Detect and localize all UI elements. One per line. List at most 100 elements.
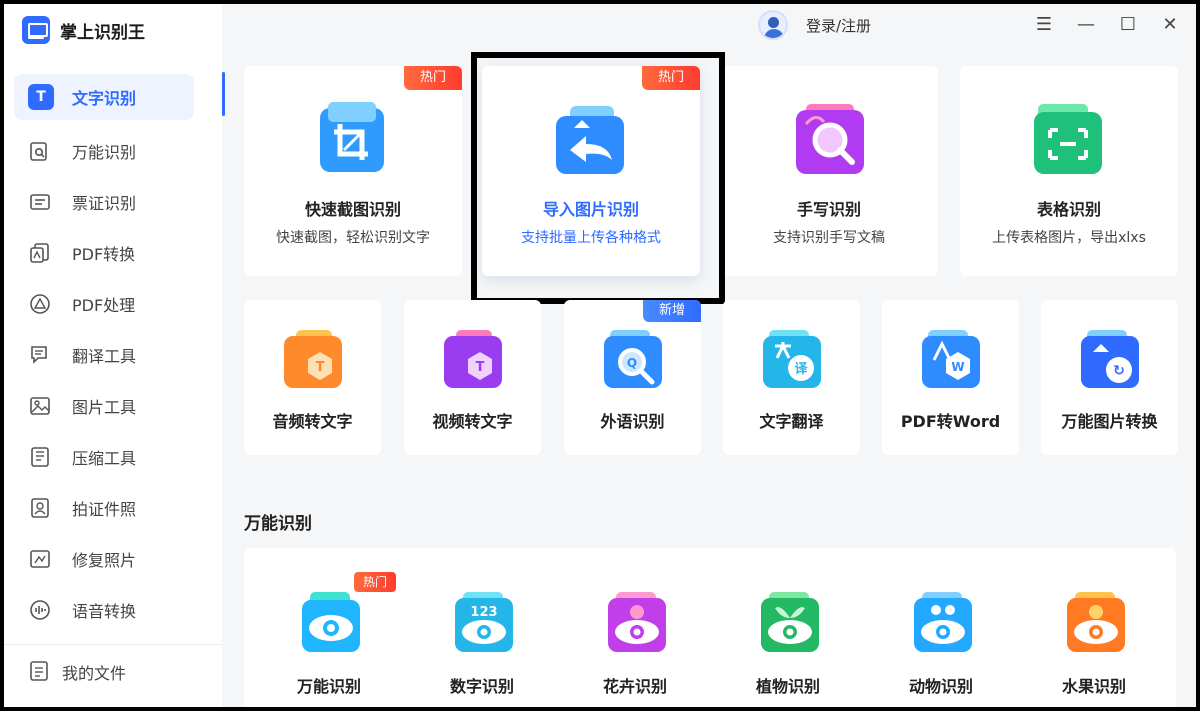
section-title: 万能识别 [244,514,312,534]
pdf-convert-icon [28,241,52,265]
plant-eye-icon [761,592,819,652]
card-quick-screenshot[interactable]: 热门 快速截图识别 快速截图，轻松识别文字 [244,66,462,276]
id-photo-icon [28,496,52,520]
new-badge: 新增 [643,300,701,322]
table-scan-icon [1034,104,1102,174]
sidebar-item-label: 拍证件照 [72,499,137,519]
item-fruit[interactable]: 水果识别 [1029,548,1159,707]
sidebar-item-universal[interactable]: 万能识别 [14,125,194,176]
item-title: 水果识别 [1061,677,1126,696]
sidebar-item-translate[interactable]: 翻译工具 [14,329,194,380]
icon-letter: T [476,360,485,375]
sidebar-item-label: PDF处理 [72,295,136,315]
voice-icon [28,598,52,622]
fruit-eye-icon [1067,592,1125,652]
text-recognition-icon: T [28,84,54,110]
hot-badge: 热门 [404,66,462,90]
card-title: 快速截图识别 [304,200,401,219]
icon-letter: Q [627,356,637,370]
image-convert-icon: ↻ [1081,330,1139,388]
app-logo-icon [22,16,50,44]
card-handwriting[interactable]: 手写识别 支持识别手写文稿 [720,66,938,276]
flower-eye-icon [608,592,666,652]
universal-recognition-panel: 热门 万能识别 123 数字识别 花卉识别 植物识别 动物识别 水果识别 [244,548,1176,707]
card-title: 文字翻译 [759,412,824,431]
minimize-icon[interactable]: — [1076,14,1096,35]
my-files-label: 我的文件 [62,664,127,683]
sidebar-item-text-recognition[interactable]: T 文字识别 [14,74,194,120]
handwriting-icon [796,104,864,174]
item-title: 数字识别 [449,677,514,696]
sidebar-item-voice[interactable]: 语音转换 [14,584,194,635]
universal-eye-icon [302,592,360,652]
brand: 掌上识别王 [22,16,145,44]
card-pdf-to-word[interactable]: W PDF转Word [882,300,1019,455]
ticket-icon [28,190,52,214]
avatar[interactable] [758,10,788,40]
audio-to-text-icon: T [284,330,342,388]
card-video-to-text[interactable]: T 视频转文字 [404,300,541,455]
sidebar-divider [4,644,222,645]
item-plant[interactable]: 植物识别 [723,548,853,707]
login-area[interactable]: 登录/注册 [758,10,871,40]
sidebar-item-pdf-convert[interactable]: PDF转换 [14,227,194,278]
topbar: 登录/注册 ☰ — ☐ ✕ [222,4,1196,52]
sidebar-item-pdf-process[interactable]: PDF处理 [14,278,194,329]
sidebar-item-repair-photo[interactable]: 修复照片 [14,533,194,584]
card-title: PDF转Word [900,412,1001,431]
item-title: 动物识别 [908,677,973,696]
card-desc: 支持识别手写文稿 [773,230,885,246]
card-foreign-language[interactable]: 新增 Q 外语识别 [564,300,701,455]
icon-letter: 译 [794,362,808,377]
sidebar-item-label: 文字识别 [72,89,137,108]
item-title: 花卉识别 [602,677,667,696]
sidebar-nav: T 文字识别 万能识别 票证识别 PDF转换 PDF处理 翻译工具 图片工具 压… [14,74,194,635]
card-desc: 上传表格图片，导出xlxs [992,230,1146,246]
card-image-convert[interactable]: ↻ 万能图片转换 [1041,300,1178,455]
selection-highlight [471,52,725,304]
login-register-link[interactable]: 登录/注册 [806,15,871,36]
sidebar-item-label: 图片工具 [72,397,137,417]
card-title: 外语识别 [600,412,665,431]
close-icon[interactable]: ✕ [1160,14,1180,35]
icon-letter: W [951,360,964,374]
hot-badge: 热门 [354,572,396,592]
card-table[interactable]: 表格识别 上传表格图片，导出xlxs [960,66,1178,276]
universal-scan-icon [28,139,52,163]
card-title: 音频转文字 [272,412,353,431]
sidebar-item-ticket[interactable]: 票证识别 [14,176,194,227]
text-translate-icon: 译 [763,330,821,388]
foreign-language-icon: Q [604,330,662,388]
sidebar-item-label: 万能识别 [72,142,137,162]
card-desc: 快速截图，轻松识别文字 [276,230,430,246]
sidebar-item-image-tool[interactable]: 图片工具 [14,380,194,431]
sidebar-item-id-photo[interactable]: 拍证件照 [14,482,194,533]
translate-icon [28,343,52,367]
sidebar: 掌上识别王 T 文字识别 万能识别 票证识别 PDF转换 PDF处理 翻译工具 … [4,4,222,707]
sidebar-scroll-indicator [222,72,225,116]
item-universal[interactable]: 热门 万能识别 [264,548,396,707]
sidebar-item-label: 压缩工具 [72,448,137,468]
item-flower[interactable]: 花卉识别 [570,548,700,707]
item-animal[interactable]: 动物识别 [876,548,1006,707]
number-eye-icon: 123 [455,592,513,652]
menu-icon[interactable]: ☰ [1034,14,1054,35]
sidebar-item-label: PDF转换 [72,244,136,264]
item-title: 万能识别 [296,677,361,696]
my-files-button[interactable]: 我的文件 [28,660,126,684]
sidebar-item-label: 语音转换 [72,601,137,621]
sidebar-item-label: 翻译工具 [72,346,137,366]
image-tool-icon [28,394,52,418]
app-window: 掌上识别王 T 文字识别 万能识别 票证识别 PDF转换 PDF处理 翻译工具 … [4,4,1196,707]
item-number[interactable]: 123 数字识别 [417,548,547,707]
sidebar-item-label: 修复照片 [72,550,137,570]
item-title: 植物识别 [755,677,820,696]
number-glyph: 123 [470,605,497,620]
sidebar-item-label: 票证识别 [72,193,137,213]
card-audio-to-text[interactable]: T 音频转文字 [244,300,381,455]
sidebar-item-compress[interactable]: 压缩工具 [14,431,194,482]
maximize-icon[interactable]: ☐ [1118,14,1138,35]
repair-photo-icon [28,547,52,571]
animal-eye-icon [914,592,972,652]
card-text-translate[interactable]: 译 文字翻译 [723,300,860,455]
